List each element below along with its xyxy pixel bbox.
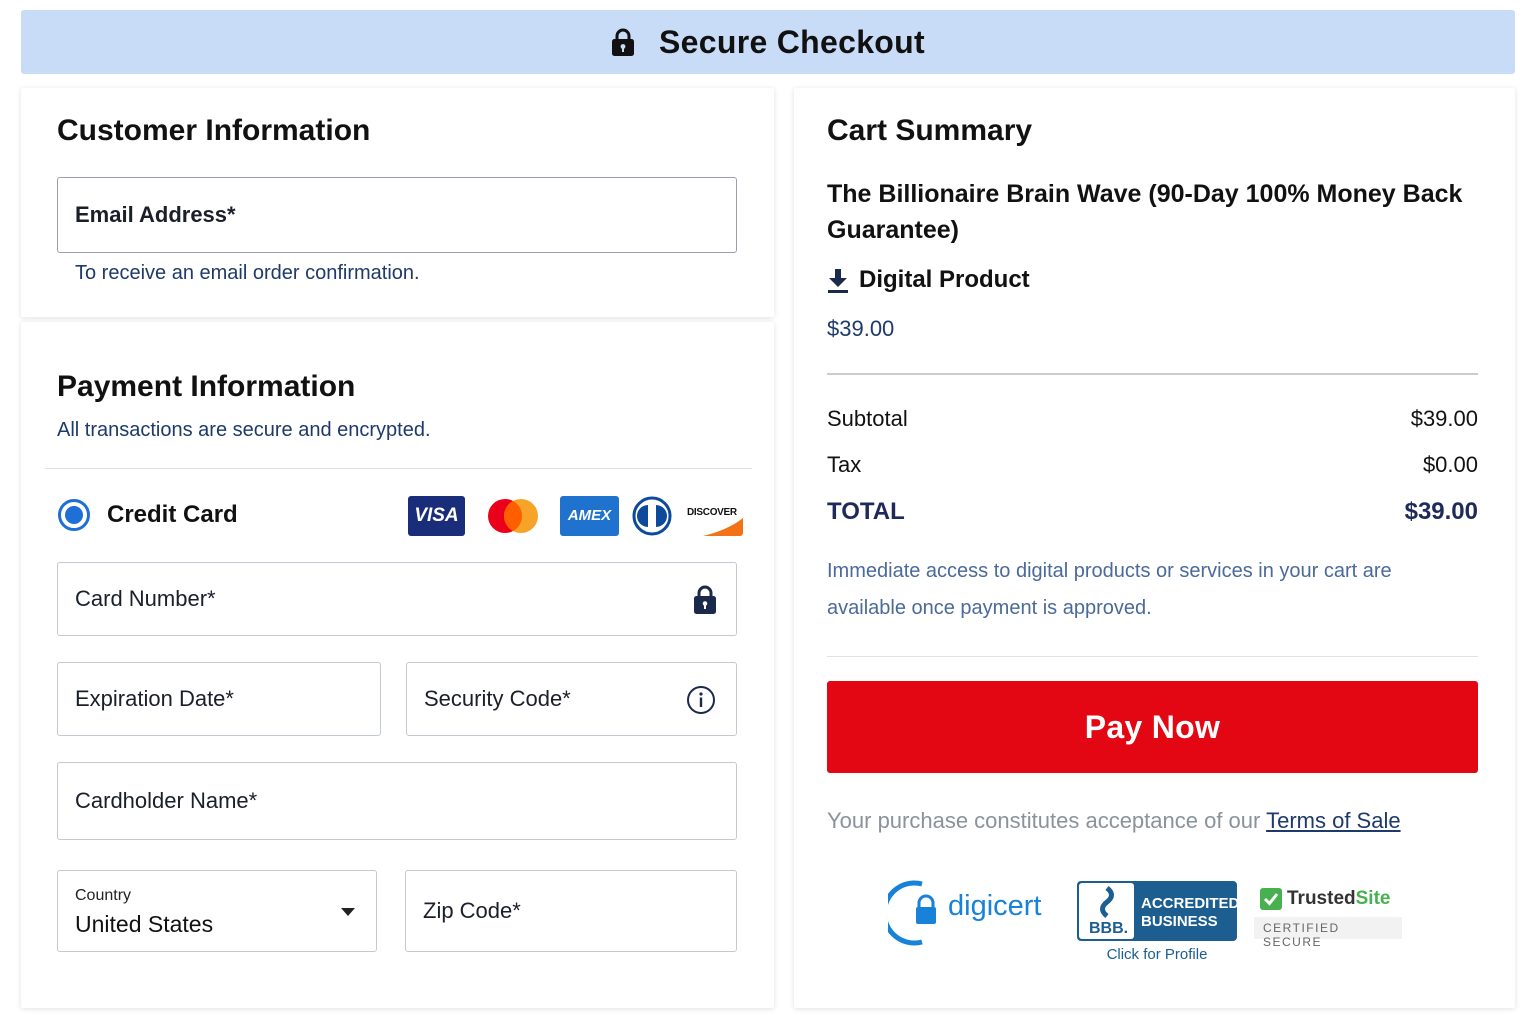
expiration-date-placeholder: Expiration Date* (75, 686, 234, 711)
payment-information-heading: Payment Information (57, 370, 356, 403)
pay-now-button[interactable]: Pay Now (827, 681, 1478, 773)
payment-divider (45, 468, 752, 469)
amex-logo: AMEX (560, 496, 619, 536)
country-label: Country (75, 886, 132, 904)
mastercard-logo (482, 496, 544, 536)
tax-label: Tax (827, 452, 862, 477)
card-number-field[interactable]: Card Number* (57, 562, 737, 636)
discover-logo: DISCOVER (683, 496, 743, 536)
diners-club-logo (631, 496, 673, 536)
credit-card-radio[interactable] (58, 499, 90, 531)
page-title: Secure Checkout (659, 23, 925, 60)
trustedsite-wordmark: TrustedSite (1287, 888, 1391, 909)
bbb-logo: BBB. (1079, 883, 1134, 939)
country-select[interactable]: Country United States (57, 870, 377, 952)
cart-summary-heading: Cart Summary (827, 114, 1033, 147)
terms-text: Your purchase constitutes acceptance of … (827, 808, 1401, 834)
zip-code-placeholder: Zip Code* (423, 898, 521, 923)
email-field[interactable]: Email Address* (57, 177, 737, 253)
cardholder-name-placeholder: Cardholder Name* (75, 788, 258, 813)
bbb-accredited-text: ACCREDITED (1141, 895, 1237, 912)
security-code-field[interactable]: Security Code* (406, 662, 737, 736)
country-value: United States (75, 910, 214, 937)
tax-value: $0.00 (1422, 452, 1478, 477)
total-value: $39.00 (1404, 498, 1478, 525)
trustedsite-badge[interactable]: TrustedSite CERTIFIED SECURE (1254, 884, 1402, 949)
product-name: The Billionaire Brain Wave (90-Day 100% … (827, 180, 1463, 244)
cart-divider (827, 373, 1478, 375)
terms-prefix: Your purchase constitutes acceptance of … (827, 808, 1267, 833)
total-label: TOTAL (827, 498, 905, 525)
subtotal-label: Subtotal (827, 406, 908, 431)
bbb-torch-icon (1100, 886, 1114, 918)
bbb-profile-link[interactable]: Click for Profile (1077, 946, 1237, 963)
secure-checkout-header: Secure Checkout (21, 10, 1515, 74)
radio-selected-dot (65, 506, 83, 524)
zip-code-field[interactable]: Zip Code* (405, 870, 737, 952)
subtotal-value: $39.00 (1410, 406, 1478, 431)
credit-card-label: Credit Card (107, 501, 238, 528)
customer-information-heading: Customer Information (57, 114, 371, 147)
download-icon (828, 269, 848, 293)
payment-security-note: All transactions are secure and encrypte… (57, 419, 431, 441)
bbb-badge[interactable]: BBB. ACCREDITED BUSINESS (1077, 881, 1237, 941)
product-price: $39.00 (827, 316, 895, 341)
info-icon[interactable] (686, 685, 716, 715)
lock-icon (694, 585, 716, 614)
terms-of-sale-link[interactable]: Terms of Sale (1266, 808, 1401, 833)
security-code-placeholder: Security Code* (424, 686, 571, 711)
visa-logo: VISA (408, 496, 465, 536)
trustedsite-subtitle: CERTIFIED SECURE (1263, 921, 1340, 949)
expiration-date-field[interactable]: Expiration Date* (57, 662, 381, 736)
card-number-placeholder: Card Number* (75, 586, 216, 611)
lock-icon (612, 28, 635, 56)
access-note: Immediate access to digital products or … (827, 560, 1392, 619)
cardholder-name-field[interactable]: Cardholder Name* (57, 762, 737, 840)
chevron-down-icon (341, 908, 355, 916)
checkmark-icon (1260, 888, 1282, 910)
email-help-text: To receive an email order confirmation. (75, 262, 420, 284)
email-placeholder: Email Address* (75, 202, 236, 227)
cart-divider-bottom (827, 656, 1478, 657)
digicert-seal-icon (888, 880, 936, 946)
product-type: Digital Product (859, 266, 1030, 293)
digicert-wordmark: digicert (948, 890, 1042, 922)
bbb-business-text: BUSINESS (1141, 913, 1218, 930)
digicert-badge[interactable]: digicert (888, 878, 1053, 948)
